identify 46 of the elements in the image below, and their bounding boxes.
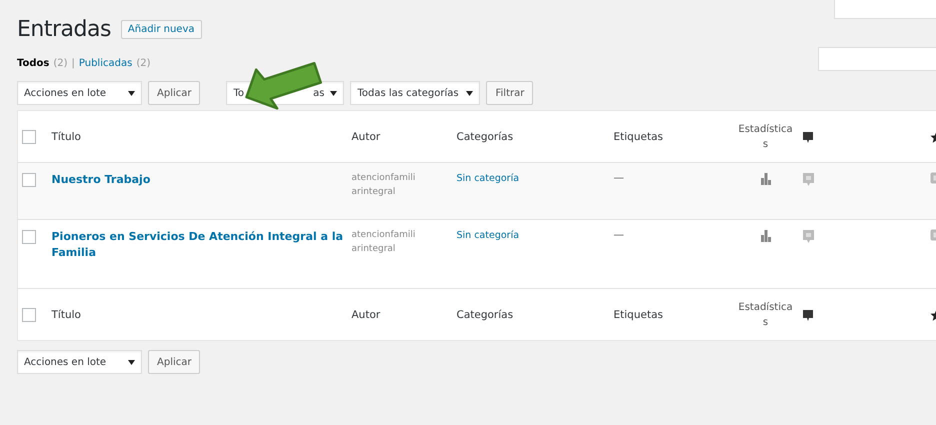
apply-button[interactable]: Aplicar [148, 350, 200, 374]
page-title: Entradas [17, 16, 111, 42]
column-header[interactable]: Etiquetas [614, 308, 663, 320]
filter-button[interactable]: Filtrar [486, 81, 534, 105]
checkbox[interactable] [22, 130, 36, 144]
caret-icon [466, 90, 474, 96]
column-header[interactable]: Título [52, 130, 81, 142]
view-link[interactable]: Publicadas [78, 58, 132, 68]
separator: | [72, 58, 75, 68]
column-header[interactable]: Etiquetas [614, 130, 663, 142]
screen-options-tab[interactable] [834, 0, 936, 19]
tags-cell: — [614, 229, 624, 241]
column-header[interactable]: Título [52, 308, 81, 320]
checkbox[interactable] [22, 308, 36, 322]
dropdown[interactable]: Acciones en lote [17, 81, 142, 105]
comment-bubble-icon [802, 172, 814, 186]
column-header[interactable]: Estadísticas [736, 122, 794, 152]
column-header[interactable]: Estadísticas [736, 300, 794, 330]
comment-bubble-icon [802, 229, 814, 243]
column-header[interactable]: Categorías [456, 130, 514, 142]
add-new-button[interactable]: Añadir nueva [120, 20, 202, 38]
row-checkbox[interactable] [22, 230, 36, 244]
view-count: (2) [136, 58, 150, 68]
column-header[interactable]: Autor [352, 308, 380, 320]
category-link[interactable]: Sin categoría [456, 173, 520, 184]
search-field[interactable] [818, 47, 936, 71]
caret-icon [128, 90, 135, 96]
author-link[interactable]: atencionfamiliarintegral [352, 229, 418, 257]
column-header[interactable]: Categorías [456, 308, 514, 320]
apply-button[interactable]: Aplicar [148, 81, 200, 105]
comment-icon [802, 130, 814, 142]
bar-chart-icon [760, 229, 770, 242]
column-header[interactable]: Autor [352, 130, 380, 142]
comment-icon [802, 308, 814, 320]
row-checkbox[interactable] [22, 173, 36, 187]
dropdown[interactable]: Acciones en lote [17, 350, 142, 374]
post-title-link[interactable]: Nuestro Trabajo [52, 172, 344, 188]
bar-chart-icon [760, 172, 770, 185]
caret-icon [330, 90, 338, 96]
tags-cell: — [614, 172, 624, 184]
caret-icon [128, 360, 135, 364]
category-link[interactable]: Sin categoría [456, 230, 520, 241]
view-count: (2) [53, 58, 68, 68]
view-link[interactable]: Todos [17, 58, 50, 68]
post-title-link[interactable]: Pioneros en Servicios De Atención Integral a la Familia [52, 229, 344, 261]
dropdown[interactable]: Todas las categorías [350, 81, 480, 105]
